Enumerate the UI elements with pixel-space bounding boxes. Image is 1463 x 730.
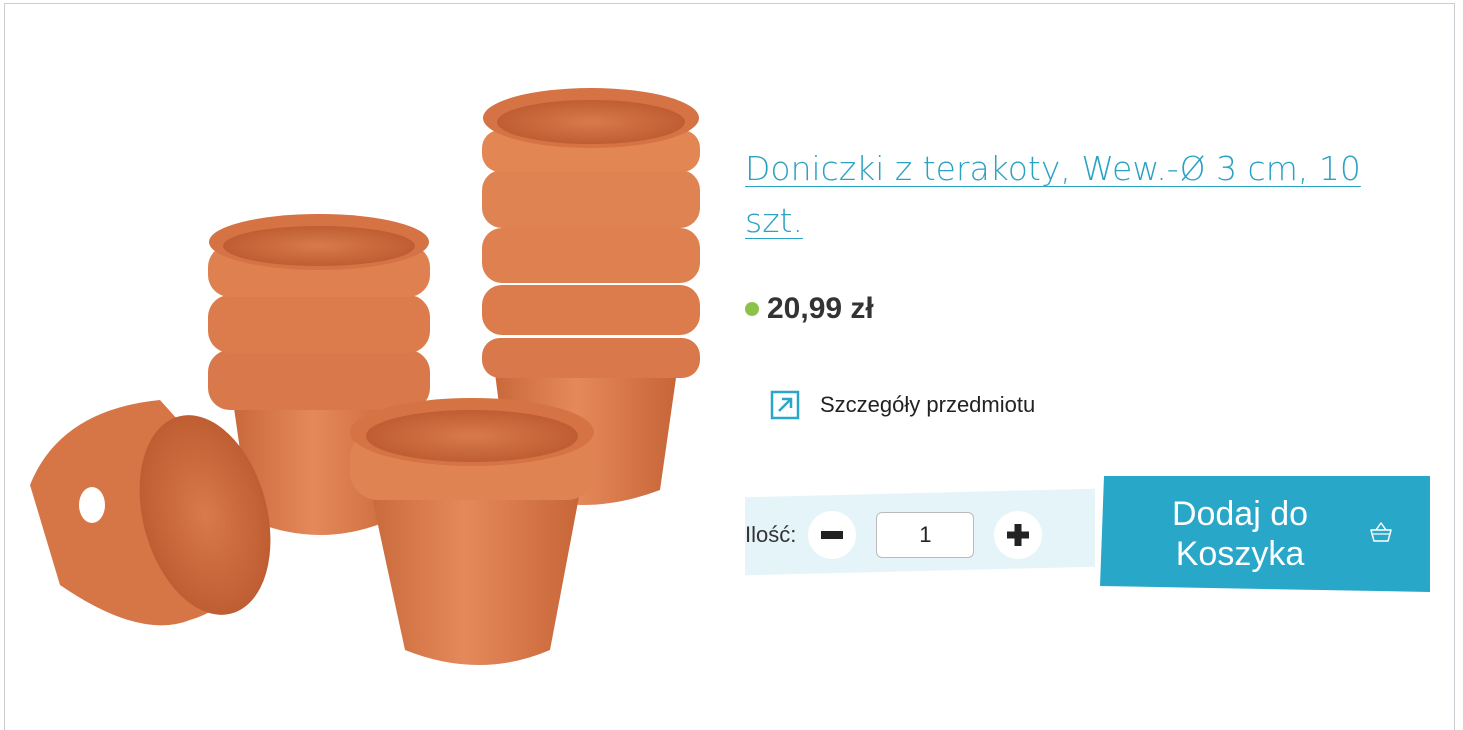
quantity-label: Ilość: bbox=[745, 522, 797, 547]
quantity-stepper: Ilość: bbox=[745, 505, 1105, 565]
price-row: 20,99 zł bbox=[745, 292, 874, 326]
decrease-quantity-button[interactable] bbox=[808, 511, 857, 559]
basket-icon bbox=[1370, 522, 1392, 542]
quantity-input[interactable] bbox=[876, 512, 975, 558]
increase-quantity-button[interactable] bbox=[994, 511, 1043, 559]
add-to-cart-button[interactable]: Dodaj do Koszyka bbox=[1100, 476, 1430, 592]
add-to-cart-label: Dodaj do Koszyka bbox=[1171, 495, 1309, 573]
stock-status-dot bbox=[745, 302, 759, 316]
product-title-link[interactable]: Doniczki z terakoty, Wew.-Ø 3 cm, 10 szt… bbox=[745, 143, 1385, 247]
minus-icon bbox=[821, 531, 844, 539]
product-image[interactable] bbox=[20, 80, 720, 680]
external-link-icon bbox=[770, 390, 800, 420]
product-details-link[interactable]: Szczegóły przedmiotu bbox=[770, 390, 1035, 420]
plus-icon bbox=[1007, 524, 1030, 546]
pot-front bbox=[350, 398, 595, 665]
price: 20,99 zł bbox=[767, 292, 874, 325]
details-link-label: Szczegóły przedmiotu bbox=[820, 392, 1036, 417]
